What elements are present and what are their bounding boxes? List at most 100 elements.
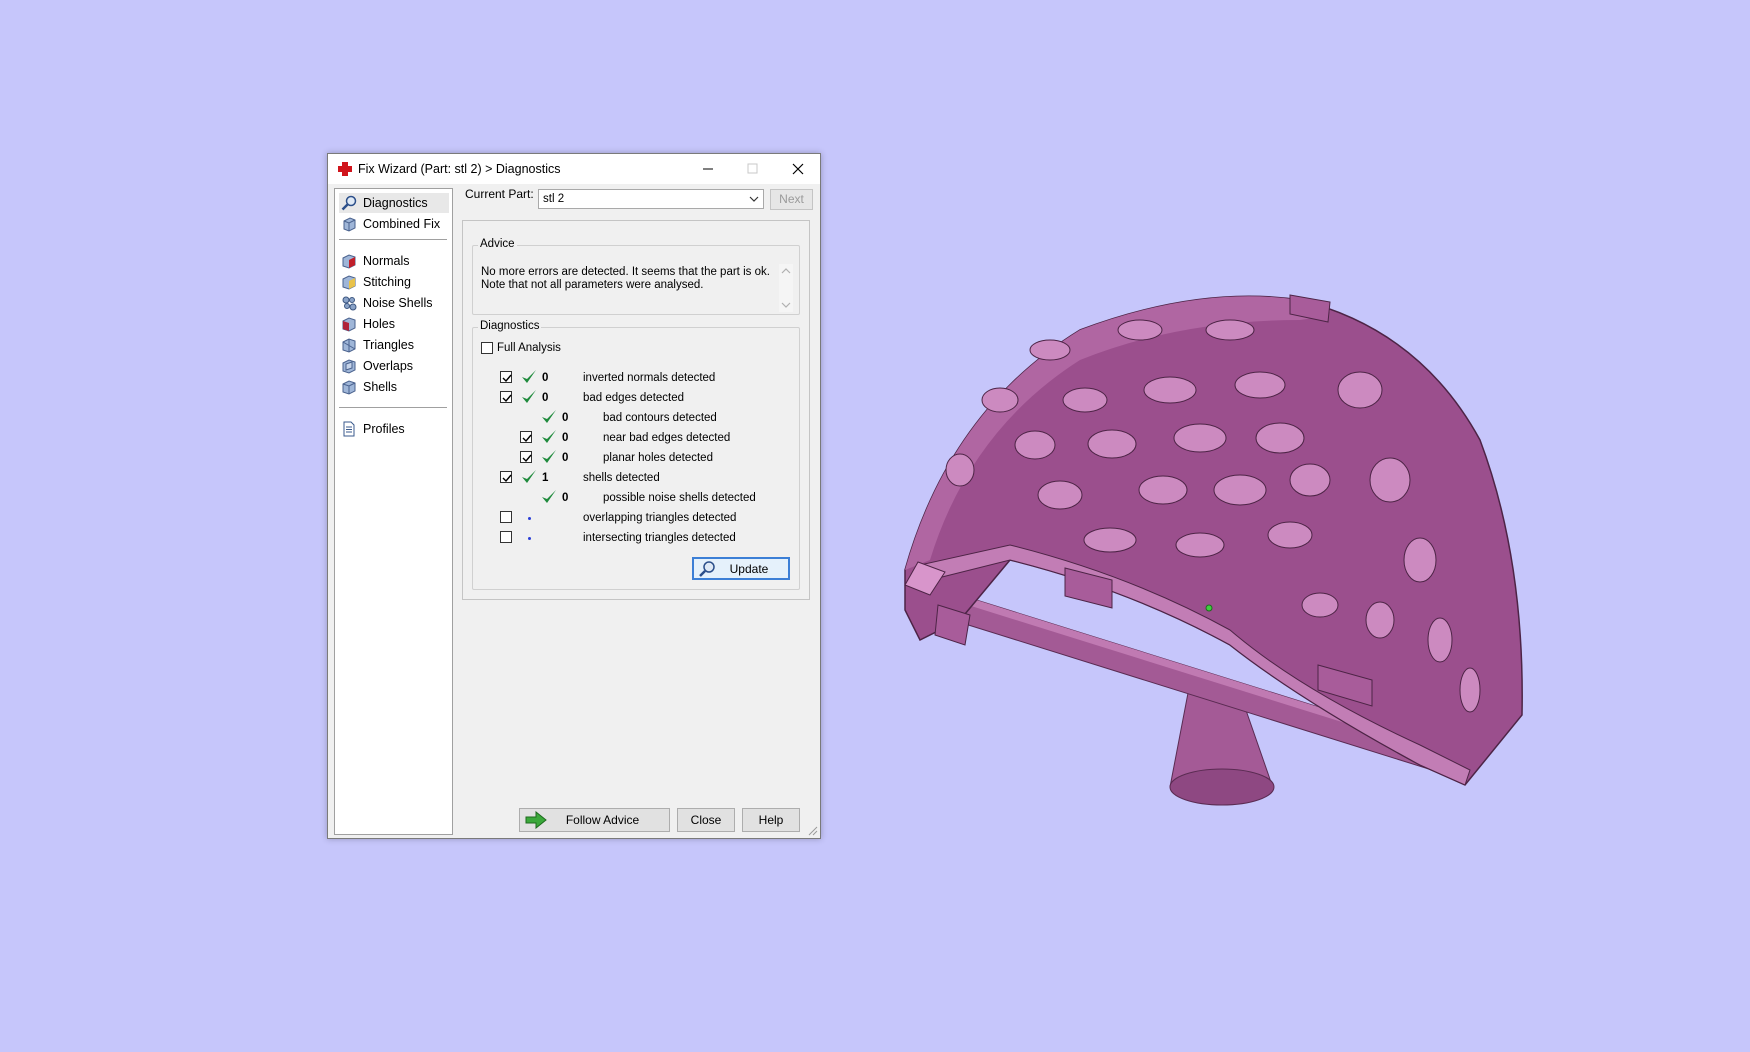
shells-checkbox[interactable] bbox=[500, 471, 512, 483]
next-button[interactable]: Next bbox=[770, 189, 813, 210]
nav-label: Overlaps bbox=[363, 359, 414, 373]
follow-advice-button[interactable]: Follow Advice bbox=[519, 808, 670, 832]
red-cross-icon bbox=[338, 162, 352, 176]
check-mark-icon bbox=[502, 394, 512, 403]
nav-item-normals[interactable]: Normals bbox=[339, 251, 449, 271]
advice-line-2: Note that not all parameters were analys… bbox=[481, 279, 704, 291]
nav-label: Profiles bbox=[363, 422, 405, 436]
chevron-down-icon bbox=[749, 196, 759, 202]
status-dot-icon bbox=[528, 537, 531, 540]
inverted-normals-label: inverted normals detected bbox=[583, 372, 716, 384]
nav-item-overlaps[interactable]: Overlaps bbox=[339, 356, 449, 376]
cube-fix-icon bbox=[343, 217, 356, 232]
nav-separator bbox=[339, 407, 447, 409]
intersecting-triangles-checkbox[interactable] bbox=[500, 531, 512, 543]
help-button[interactable]: Help bbox=[742, 808, 800, 832]
bad-edges-label: bad edges detected bbox=[583, 392, 685, 404]
nav-label: Stitching bbox=[363, 275, 411, 289]
noise-shells-label: possible noise shells detected bbox=[603, 492, 756, 504]
minimize-button[interactable] bbox=[685, 154, 730, 184]
shells-cube-icon bbox=[342, 380, 356, 395]
overlapping-triangles-label: overlapping triangles detected bbox=[583, 512, 737, 524]
nav-separator bbox=[339, 239, 447, 241]
3d-viewport[interactable] bbox=[0, 0, 1750, 1052]
green-arrow-icon bbox=[525, 811, 547, 829]
3d-model bbox=[904, 294, 1523, 806]
check-mark-icon bbox=[522, 454, 532, 463]
triangles-cube-icon bbox=[342, 338, 356, 353]
current-part-value: stl 2 bbox=[543, 193, 565, 205]
check-mark-icon bbox=[502, 474, 512, 483]
maximize-icon bbox=[747, 163, 758, 174]
minimize-icon bbox=[703, 168, 713, 170]
bad-edges-checkbox[interactable] bbox=[500, 391, 512, 403]
fix-wizard-dialog: Fix Wizard (Part: stl 2) > Diagnostics D… bbox=[327, 153, 821, 839]
profile-document-icon bbox=[343, 421, 355, 437]
nav-item-combined-fix[interactable]: Combined Fix bbox=[339, 214, 449, 234]
advice-title: Advice bbox=[478, 238, 517, 250]
update-button[interactable]: Update bbox=[692, 557, 790, 580]
inverted-normals-checkbox[interactable] bbox=[500, 371, 512, 383]
current-part-select[interactable]: stl 2 bbox=[538, 189, 764, 209]
nav-item-diagnostics[interactable]: Diagnostics bbox=[339, 193, 449, 213]
green-check-icon bbox=[542, 490, 556, 503]
stitching-cube-icon bbox=[342, 275, 356, 290]
holes-cube-icon bbox=[342, 317, 356, 332]
close-button[interactable]: Close bbox=[677, 808, 735, 832]
nav-label: Triangles bbox=[363, 338, 414, 352]
magnifier-icon bbox=[341, 195, 357, 211]
bad-contours-label: bad contours detected bbox=[603, 412, 717, 424]
current-part-label: Current Part: bbox=[465, 187, 534, 201]
overlaps-cube-icon bbox=[342, 359, 356, 374]
title-bar[interactable]: Fix Wizard (Part: stl 2) > Diagnostics bbox=[328, 154, 820, 184]
nav-label: Holes bbox=[363, 317, 395, 331]
nav-item-noise-shells[interactable]: Noise Shells bbox=[339, 293, 449, 313]
close-window-button[interactable] bbox=[775, 154, 820, 184]
advice-scrollbar[interactable] bbox=[779, 264, 793, 312]
diagnostics-group: Diagnostics Full Analysis 0 inverted nor… bbox=[472, 320, 800, 590]
inverted-normals-count: 0 bbox=[542, 372, 549, 384]
maximize-button[interactable] bbox=[730, 154, 775, 184]
planar-holes-checkbox[interactable] bbox=[520, 451, 532, 463]
overlapping-triangles-checkbox[interactable] bbox=[500, 511, 512, 523]
shells-count: 1 bbox=[542, 472, 549, 484]
nav-label: Noise Shells bbox=[363, 296, 433, 310]
help-label: Help bbox=[758, 813, 784, 827]
follow-advice-label: Follow Advice bbox=[565, 813, 640, 827]
green-check-icon bbox=[522, 470, 536, 483]
left-nav: Diagnostics Combined Fix Normals Stitchi… bbox=[334, 188, 453, 835]
intersecting-triangles-label: intersecting triangles detected bbox=[583, 532, 736, 544]
nav-item-stitching[interactable]: Stitching bbox=[339, 272, 449, 292]
green-check-icon bbox=[542, 430, 556, 443]
near-bad-edges-checkbox[interactable] bbox=[520, 431, 532, 443]
nav-item-holes[interactable]: Holes bbox=[339, 314, 449, 334]
nav-label: Normals bbox=[363, 254, 410, 268]
nav-label: Diagnostics bbox=[363, 196, 428, 210]
advice-line-1: No more errors are detected. It seems th… bbox=[481, 266, 770, 278]
shells-label: shells detected bbox=[583, 472, 660, 484]
full-analysis-label: Full Analysis bbox=[497, 342, 561, 354]
noise-shells-icon bbox=[342, 296, 357, 311]
nav-label: Shells bbox=[363, 380, 398, 394]
nav-label: Combined Fix bbox=[363, 217, 441, 231]
full-analysis-checkbox[interactable] bbox=[481, 342, 493, 354]
noise-shells-count: 0 bbox=[562, 492, 569, 504]
near-bad-edges-label: near bad edges detected bbox=[603, 432, 731, 444]
check-mark-icon bbox=[502, 374, 512, 383]
planar-holes-count: 0 bbox=[562, 452, 569, 464]
bad-contours-count: 0 bbox=[562, 412, 569, 424]
green-check-icon bbox=[522, 370, 536, 383]
green-check-icon bbox=[542, 410, 556, 423]
next-button-label: Next bbox=[779, 192, 804, 206]
nav-item-triangles[interactable]: Triangles bbox=[339, 335, 449, 355]
resize-grip-icon[interactable] bbox=[806, 824, 818, 836]
window-title: Fix Wizard (Part: stl 2) > Diagnostics bbox=[358, 162, 561, 176]
diagnostics-title: Diagnostics bbox=[478, 320, 542, 332]
near-bad-edges-count: 0 bbox=[562, 432, 569, 444]
update-label: Update bbox=[729, 562, 769, 576]
close-icon bbox=[792, 163, 804, 175]
status-dot-icon bbox=[528, 517, 531, 520]
nav-item-profiles[interactable]: Profiles bbox=[339, 419, 449, 439]
bad-edges-count: 0 bbox=[542, 392, 549, 404]
nav-item-shells[interactable]: Shells bbox=[339, 377, 449, 397]
